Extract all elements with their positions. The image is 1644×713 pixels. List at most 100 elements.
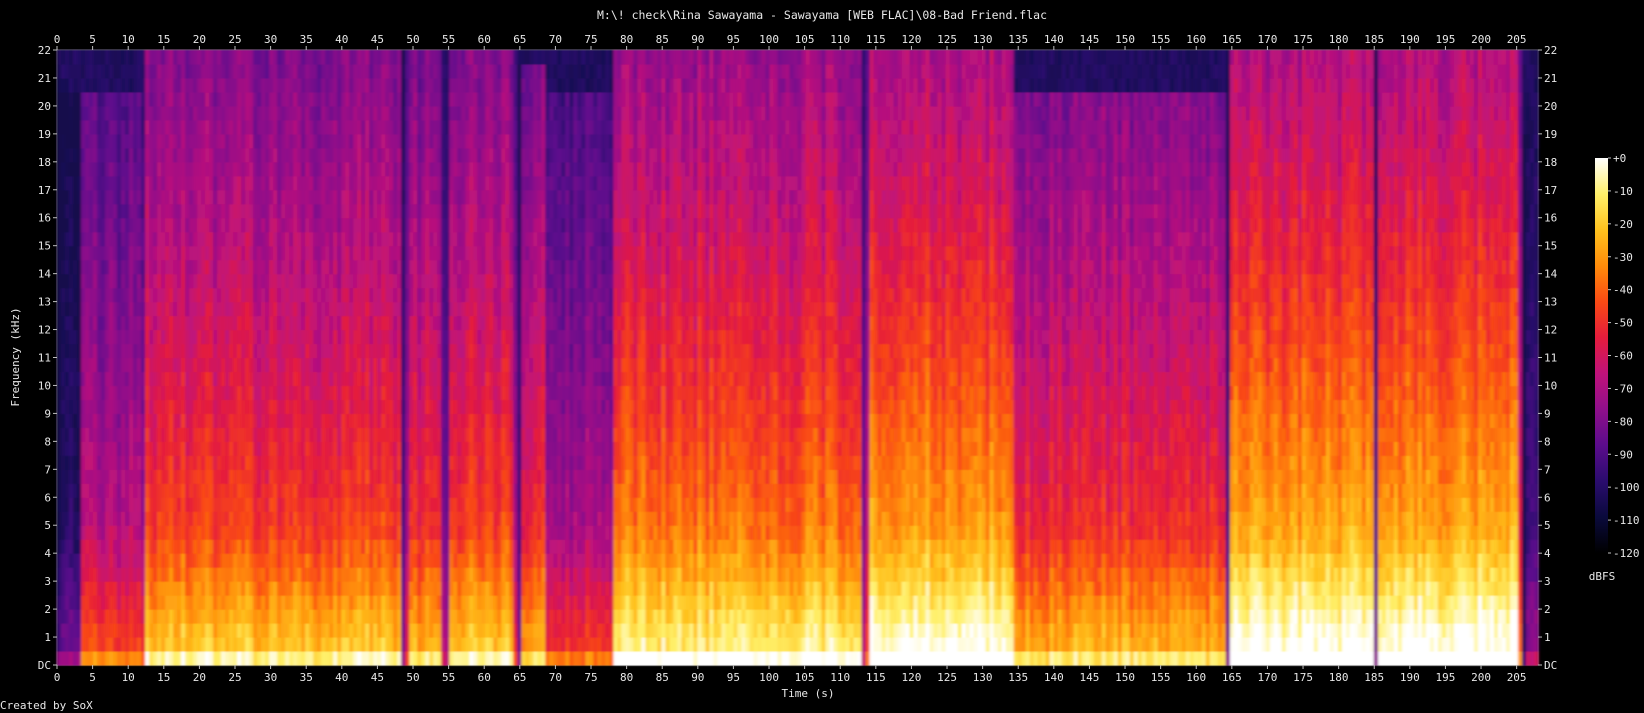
x-tick-bottom: 5 <box>89 665 96 684</box>
y-tick-label-left: 10 <box>38 379 51 392</box>
x-tick-label-bottom: 175 <box>1293 671 1313 684</box>
colorbar-tick-label: -100 <box>1613 481 1640 494</box>
colorbar-tick: -110 <box>1608 514 1640 527</box>
x-tick-label-bottom: 50 <box>406 671 419 684</box>
y-tick-left: 21 <box>38 72 57 85</box>
y-tick-right: 7 <box>1538 463 1551 476</box>
y-tick-right: 14 <box>1538 268 1558 281</box>
x-tick-top: 70 <box>549 33 562 50</box>
x-tick-label-top: 5 <box>89 33 96 46</box>
y-tick-left: 18 <box>38 156 57 169</box>
y-tick-left: 13 <box>38 296 57 309</box>
x-tick-bottom: 75 <box>584 665 598 684</box>
x-tick-label-bottom: 200 <box>1471 671 1491 684</box>
x-tick-label-top: 170 <box>1257 33 1277 46</box>
colorbar-tick: -70 <box>1608 382 1633 395</box>
x-tick-label-bottom: 35 <box>300 671 313 684</box>
x-tick-label-bottom: 10 <box>122 671 135 684</box>
colorbar-tick-label: -20 <box>1613 218 1633 231</box>
x-tick-top: 95 <box>727 33 740 50</box>
y-tick-left: 8 <box>44 435 57 448</box>
y-tick-label-left: 4 <box>44 547 51 560</box>
colorbar-gradient <box>1595 158 1608 553</box>
x-tick-label-bottom: 135 <box>1008 671 1028 684</box>
y-axis-left: DC12345678910111213141516171819202122 <box>38 44 57 672</box>
x-tick-bottom: 50 <box>406 665 420 684</box>
x-tick-bottom: 105 <box>795 665 815 684</box>
x-tick-bottom: 70 <box>549 665 562 684</box>
x-tick-bottom: 15 <box>157 665 170 684</box>
x-tick-bottom: 180 <box>1329 665 1349 684</box>
x-tick-label-bottom: 60 <box>478 671 491 684</box>
x-tick-top: 90 <box>691 33 704 50</box>
x-tick-label-bottom: 25 <box>228 671 241 684</box>
x-tick-bottom: 175 <box>1293 665 1313 684</box>
y-tick-label-left: 1 <box>44 631 51 644</box>
x-tick-bottom: 55 <box>442 665 455 684</box>
x-tick-top: 185 <box>1364 33 1384 50</box>
y-tick-left: 11 <box>38 352 57 365</box>
x-tick-label-bottom: 20 <box>193 671 206 684</box>
x-tick-top: 170 <box>1257 33 1277 50</box>
y-tick-label-left: 13 <box>38 296 51 309</box>
y-tick-right: 20 <box>1538 100 1557 113</box>
x-tick-bottom: 60 <box>478 665 491 684</box>
x-tick-top: 100 <box>759 33 779 50</box>
y-tick-left: 7 <box>44 463 57 476</box>
y-tick-right: 11 <box>1538 352 1557 365</box>
x-tick-top: 200 <box>1471 33 1491 50</box>
colorbar-tick-label: -10 <box>1613 185 1633 198</box>
x-tick-bottom: 155 <box>1151 665 1171 684</box>
x-tick-label-bottom: 0 <box>54 671 61 684</box>
x-tick-bottom: 205 <box>1507 665 1527 684</box>
y-tick-right: 1 <box>1538 631 1551 644</box>
y-tick-label-left: 3 <box>44 575 51 588</box>
x-tick-label-top: 65 <box>513 33 526 46</box>
x-tick-top: 5 <box>89 33 96 50</box>
y-tick-right: 22 <box>1538 44 1557 57</box>
y-tick-label-right: 21 <box>1544 72 1557 85</box>
x-tick-label-top: 85 <box>656 33 669 46</box>
colorbar-tick-label: -60 <box>1613 350 1633 363</box>
x-tick-label-bottom: 90 <box>691 671 704 684</box>
colorbar-tick-label: -90 <box>1613 448 1633 461</box>
colorbar-tick-label: -120 <box>1613 547 1640 560</box>
x-tick-top: 155 <box>1151 33 1171 50</box>
y-tick-label-right: 18 <box>1544 156 1557 169</box>
x-tick-bottom: 190 <box>1400 665 1420 684</box>
y-tick-left: 6 <box>44 491 57 504</box>
y-tick-label-left: 16 <box>38 212 51 225</box>
y-axis-label: Frequency (kHz) <box>9 307 22 406</box>
x-tick-label-top: 30 <box>264 33 277 46</box>
y-tick-label-left: 12 <box>38 324 51 337</box>
x-tick-label-bottom: 140 <box>1044 671 1064 684</box>
colorbar-tick: -80 <box>1608 415 1633 428</box>
x-tick-top: 190 <box>1400 33 1420 50</box>
x-tick-top: 20 <box>193 33 206 50</box>
x-tick-label-top: 135 <box>1008 33 1028 46</box>
x-tick-bottom: 150 <box>1115 665 1135 684</box>
colorbar-tick-label: -40 <box>1613 284 1633 297</box>
x-tick-label-top: 60 <box>478 33 491 46</box>
y-tick-right: 16 <box>1538 212 1557 225</box>
x-tick-label-bottom: 195 <box>1436 671 1456 684</box>
y-tick-label-right: 13 <box>1544 296 1557 309</box>
colorbar-tick: -20 <box>1608 218 1633 231</box>
x-tick-label-bottom: 130 <box>973 671 993 684</box>
x-tick-top: 180 <box>1329 33 1349 50</box>
x-tick-label-top: 145 <box>1079 33 1099 46</box>
x-tick-label-bottom: 30 <box>264 671 277 684</box>
y-axis-right: DC12345678910111213141516171819202122 <box>1538 44 1558 672</box>
y-tick-label-right: 9 <box>1544 407 1551 420</box>
x-tick-top: 115 <box>866 33 886 50</box>
x-tick-bottom: 115 <box>866 665 886 684</box>
y-tick-right: 5 <box>1538 519 1551 532</box>
x-tick-label-bottom: 110 <box>830 671 850 684</box>
x-tick-top: 15 <box>157 33 170 50</box>
y-tick-left: 12 <box>38 324 57 337</box>
colorbar-tick: -50 <box>1608 317 1633 330</box>
spectrogram-image <box>57 50 1539 666</box>
x-axis-top: 0 5 10 15 20 25 30 35 40 45 50 55 60 65 70 75 80 85 90 95 10… <box>54 33 1527 50</box>
x-tick-label-top: 165 <box>1222 33 1242 46</box>
x-tick-label-top: 40 <box>335 33 348 46</box>
